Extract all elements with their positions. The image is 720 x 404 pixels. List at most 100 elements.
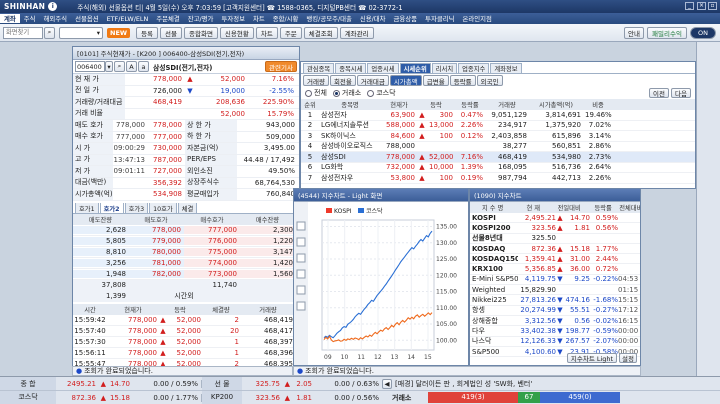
index-row[interactable]: 다우 33,402.38 ▼ 198.77 -0.59% 00:00 — [470, 326, 640, 337]
orderbook-tab[interactable]: 호가1 — [75, 202, 99, 213]
screen-search-input[interactable] — [3, 26, 43, 39]
orderbook-ask-row[interactable]: 8,810 780,000 775,000 3,147 — [73, 247, 299, 258]
menu-item[interactable]: 차트 — [249, 14, 269, 23]
index-row[interactable]: KOSPI 2,495.21 ▲ 14.70 0.59% — [470, 213, 640, 224]
ranking-cell: 0.19% — [460, 173, 483, 182]
index-row[interactable]: Nikkei225 27,813.26 ▼ 474.16 -1.68% 15:15 — [470, 295, 640, 306]
menu-item[interactable]: 온라인지점 — [458, 14, 495, 23]
font-size-small-button[interactable]: a — [138, 61, 149, 72]
orderbook-ask-row[interactable]: 5,805 779,000 776,000 1,220 — [73, 236, 299, 247]
chart-tool-icon[interactable] — [296, 237, 306, 247]
market-radio[interactable]: 거래소 — [332, 88, 361, 98]
index-row[interactable]: KOSDAQ150 1,359.41 ▲ 31.00 2.44% — [470, 254, 640, 265]
menu-item[interactable]: 해외주식 — [40, 14, 72, 23]
chart-tool-icon[interactable] — [296, 285, 306, 295]
ranking-subtab[interactable]: 거래량 — [303, 75, 329, 86]
restore-icon[interactable]: ▫ — [708, 2, 717, 10]
toolbar-shortcut-button[interactable]: 계좌관리 — [339, 26, 374, 39]
toolbar-shortcut-button[interactable]: 선물 — [160, 26, 182, 39]
index-row[interactable]: 항셍 20,274.99 ▼ 55.51 -0.27% 17:12 — [470, 306, 640, 316]
orderbook-ask-row[interactable]: 2,628 778,000 777,000 2,300 — [73, 225, 299, 236]
orderbook-tab[interactable]: 10호가 — [149, 202, 177, 213]
ranking-row[interactable]: 6 LG화학 732,000 ▲ 10,000 1.39% 168,095 516,736 2.… — [301, 163, 695, 173]
close-icon[interactable]: × — [697, 2, 706, 10]
ranking-tab[interactable]: 계좌정보 — [490, 62, 522, 73]
related-news-button[interactable]: 관련기사 — [265, 61, 297, 72]
menu-item[interactable]: ETF/ELW/ELN — [103, 15, 153, 23]
index-chart-light-button[interactable]: 지수차트 Light — [567, 353, 617, 363]
notice-button[interactable]: 안내 — [624, 27, 644, 39]
menu-item[interactable]: 계좌 — [0, 14, 20, 23]
minimize-icon[interactable]: _ — [685, 2, 694, 10]
new-badge[interactable]: NEW — [107, 27, 131, 38]
index-row[interactable]: Weighted 15,829.90 01:15 — [470, 285, 640, 296]
market-radio[interactable]: 전체 — [305, 88, 327, 98]
ranking-tab[interactable]: 종목시세 — [335, 62, 367, 73]
ranking-subtab[interactable]: 등락률 — [449, 75, 476, 86]
toolbar-shortcut-button[interactable]: 체결조회 — [303, 26, 338, 39]
menu-item[interactable]: 투자정보 — [217, 14, 249, 23]
stock-code-input[interactable]: 006400 — [75, 61, 105, 72]
index-row[interactable]: E-Mini S&P500F 4,119.75▼ 9.25-0.22%04:53 — [470, 275, 640, 286]
ranking-row[interactable]: 2 LG에너지솔루션 588,000 ▲ 13,000 2.26% 234,917 1,375… — [301, 121, 695, 131]
search-icon[interactable]: ⌕ — [44, 26, 55, 39]
menu-item[interactable]: 투자클리닉 — [421, 14, 458, 23]
ranking-row[interactable]: 4 삼성바이오로직스 788,000 38,277 560,851 2.86% — [301, 142, 695, 152]
stock-search-icon[interactable]: ⌕ — [114, 61, 125, 72]
chart-tool-icon[interactable] — [296, 221, 306, 231]
index-row[interactable]: 선물8년대 325.50 — [470, 234, 640, 244]
menu-item[interactable]: 주문체결 — [152, 14, 184, 23]
ranking-tab[interactable]: 업종지수 — [458, 62, 490, 73]
toolbar-shortcut-button[interactable]: 신용현황 — [219, 26, 254, 39]
ranking-tab[interactable]: 리서치 — [431, 62, 458, 73]
ticker-prev-icon[interactable]: ◀ — [382, 378, 392, 389]
family-button[interactable]: 패밀리수익 — [647, 27, 687, 39]
orderbook-tab[interactable]: 호가3 — [124, 202, 149, 213]
orderbook-ask-row[interactable]: 1,948 782,000 773,000 1,560 — [73, 269, 299, 280]
orderbook-tab[interactable]: 호가2 — [99, 202, 124, 213]
orderbook-ask-row[interactable]: 3,256 781,000 774,000 1,420 — [73, 258, 299, 269]
index-row[interactable]: KOSPI200 323.56 ▲ 1.81 0.56% — [470, 223, 640, 234]
toolbar-shortcut-button[interactable]: 주문 — [279, 26, 302, 39]
chart-tool-icon[interactable] — [296, 253, 306, 263]
index-pct: 1.77% — [595, 244, 618, 253]
screen-number-field[interactable]: ▾ — [59, 26, 103, 39]
index-row[interactable]: 상해종합 3,312.56 ▼ 0.56 -0.02% 16:15 — [470, 316, 640, 327]
ranking-row[interactable]: 5 삼성SDI 778,000 ▲ 52,000 7.16% 468,419 534,980 2… — [301, 152, 695, 163]
on-button[interactable]: ON — [690, 27, 716, 39]
ranking-subtab[interactable]: 외국인 — [476, 75, 503, 86]
market-radio[interactable]: 코스닥 — [367, 88, 396, 98]
font-size-button[interactable]: A — [126, 61, 137, 72]
toolbar-shortcut-button[interactable]: 등록 — [136, 26, 159, 39]
menu-item[interactable]: 잔고/평가 — [184, 14, 218, 23]
menu-item[interactable]: 뱅킹/공모주/대출 — [302, 14, 355, 23]
menu-item[interactable]: 선물옵션 — [71, 14, 103, 23]
news-ticker[interactable]: [매경] 달러이든 판 , 회계법인 성 'SW화, 벤터' — [395, 379, 655, 389]
menu-item[interactable]: 신용/대차 — [356, 14, 390, 23]
orderbook-tab[interactable]: 체결 — [177, 202, 198, 213]
next-button[interactable]: 다음 — [671, 88, 691, 98]
ranking-row[interactable]: 1 삼성전자 63,900 ▲ 300 0.47% 9,051,129 3,814,691 19… — [301, 110, 695, 121]
ranking-row[interactable]: 7 삼성전자우 53,800 ▲ 100 0.19% 987,794 442,713 2.26% — [301, 173, 695, 184]
menu-item[interactable]: 금융상품 — [390, 14, 422, 23]
ranking-tab[interactable]: 업종시세 — [367, 62, 399, 73]
prev-button[interactable]: 이전 — [649, 88, 669, 98]
ranking-tab[interactable]: 시세순위 — [399, 62, 431, 73]
settings-button[interactable]: 설정 — [619, 353, 637, 363]
ranking-subtab[interactable]: 회전율 — [329, 75, 356, 86]
ranking-row[interactable]: 3 SK하이닉스 84,600 ▲ 100 0.12% 2,403,858 615,896 3.… — [301, 131, 695, 142]
ranking-subtab[interactable]: 급변율 — [422, 75, 449, 86]
index-row[interactable]: KRX100 5,356.85 ▲ 36.00 0.72% — [470, 264, 640, 275]
chart-tool-icon[interactable] — [296, 269, 306, 279]
index-row[interactable]: 나스닥 12,126.33 ▼ 267.57 -2.07% 00:00 — [470, 337, 640, 347]
ranking-subtab[interactable]: 거래대금 — [356, 75, 389, 86]
ranking-subtab[interactable]: 시가총액 — [389, 75, 422, 86]
menu-item[interactable]: 주식 — [20, 14, 40, 23]
chart-tool-icon[interactable] — [296, 301, 306, 311]
toolbar-shortcut-button[interactable]: 종합화면 — [184, 26, 218, 39]
index-row[interactable]: KOSDAQ 872.36 ▲ 15.18 1.77% — [470, 244, 640, 255]
ranking-tab[interactable]: 관심종목 — [303, 62, 335, 73]
toolbar-shortcut-button[interactable]: 차트 — [255, 26, 278, 39]
menu-item[interactable]: 종합/시황 — [269, 14, 303, 23]
stock-code-dropdown-icon[interactable]: ▾ — [105, 61, 113, 72]
